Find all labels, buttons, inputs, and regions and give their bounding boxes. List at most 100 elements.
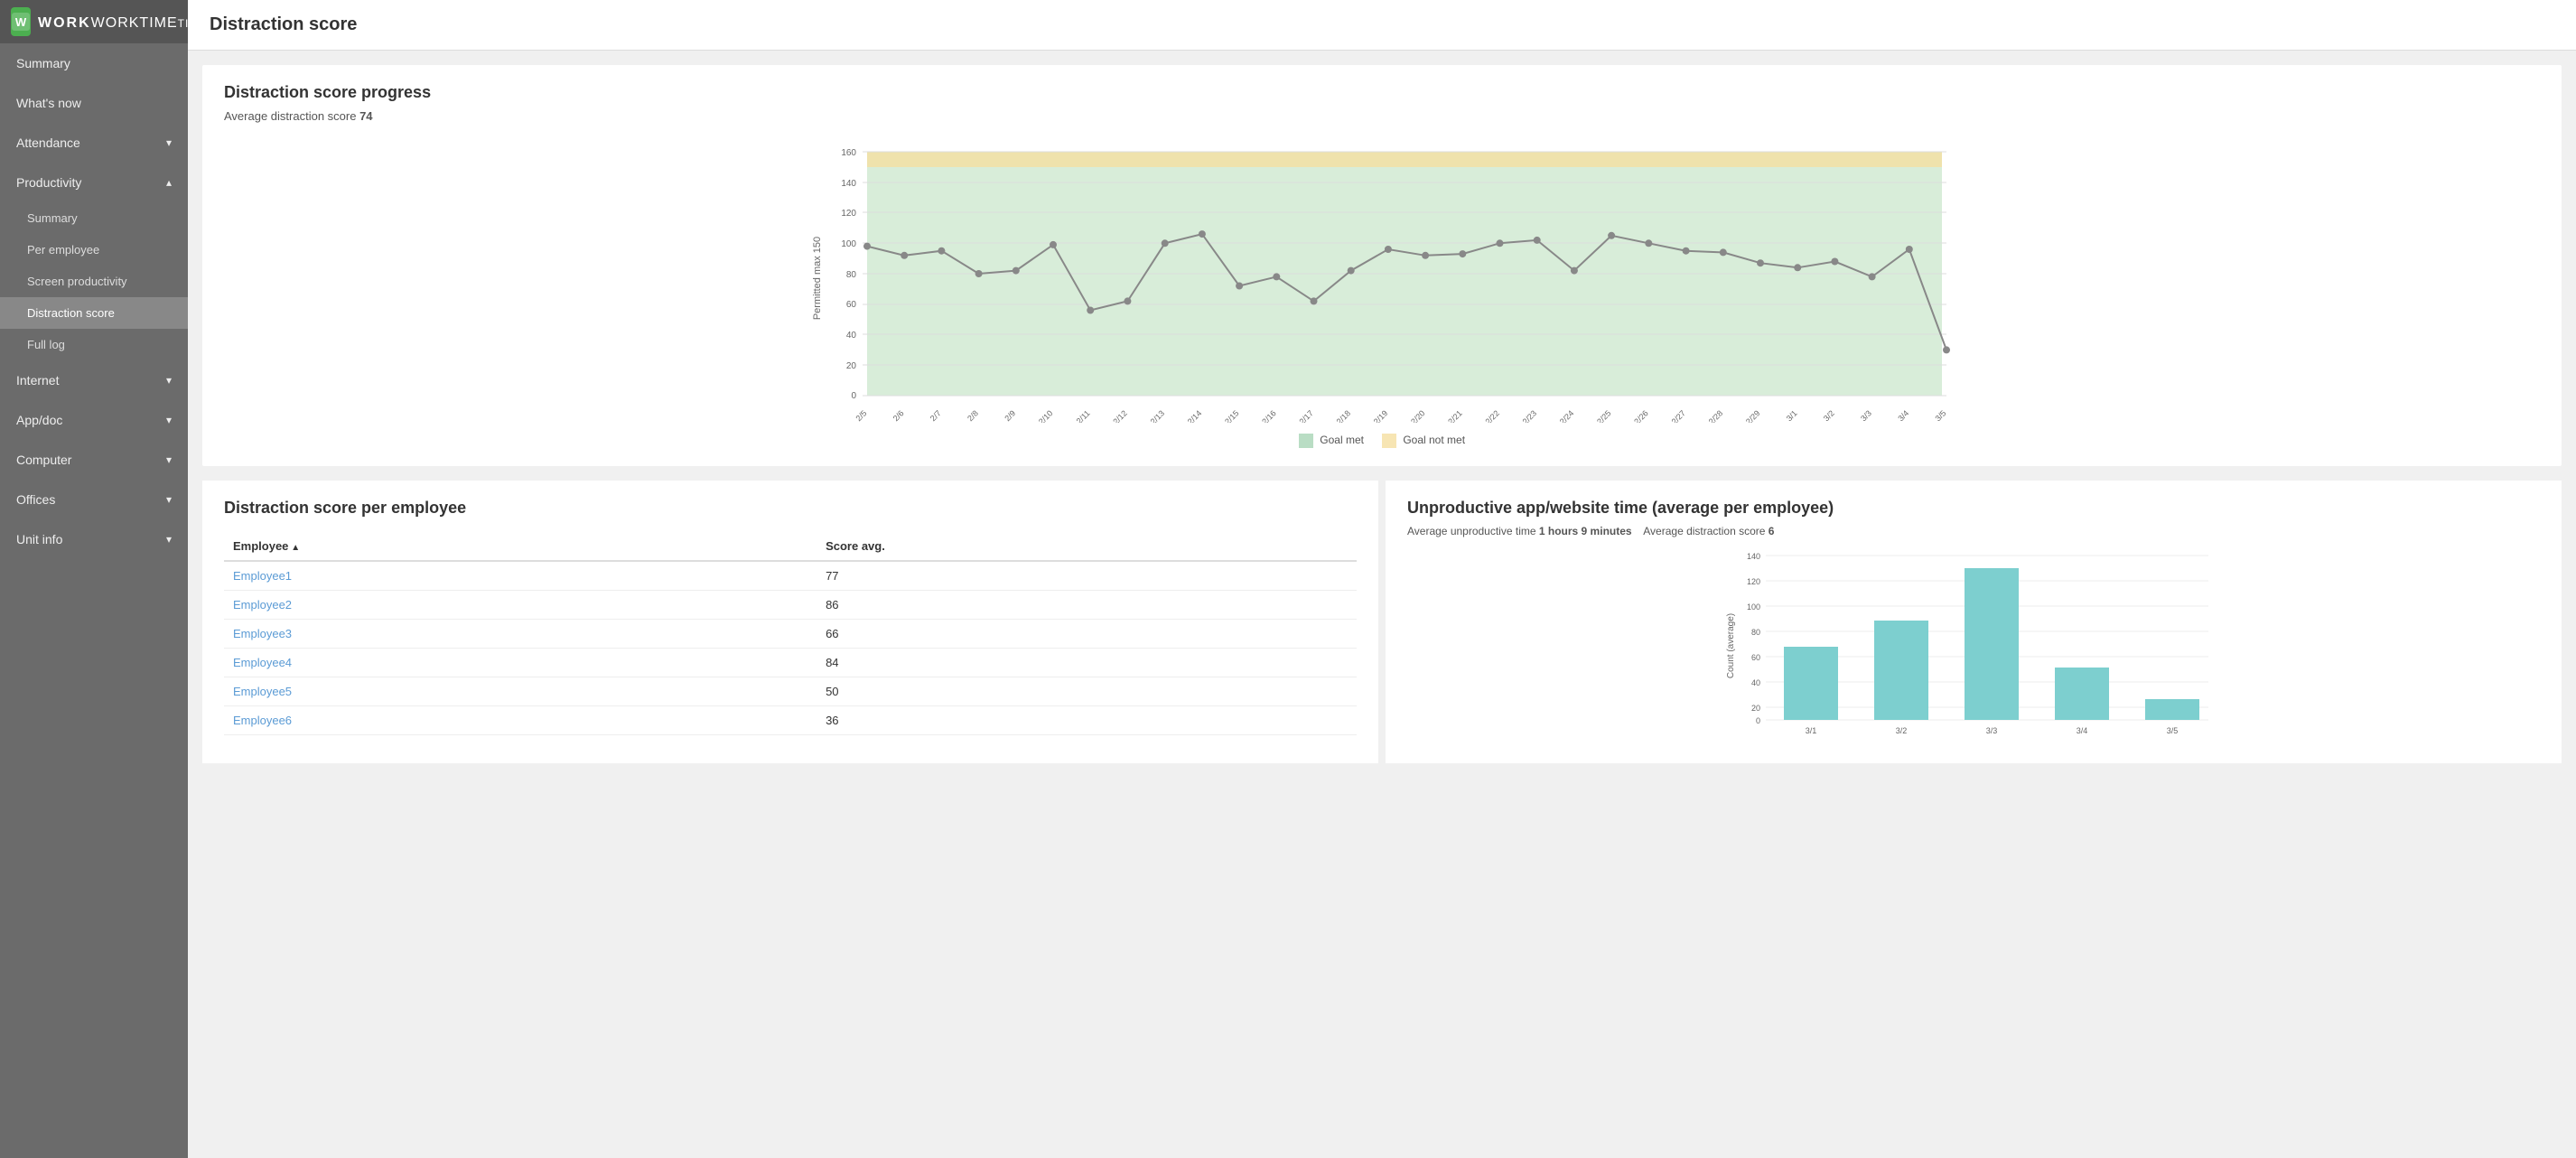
computer-chevron-icon: ▾ <box>166 453 172 466</box>
line-dot-7 <box>1124 297 1131 304</box>
attendance-chevron-icon: ▾ <box>166 136 172 149</box>
employee-link[interactable]: Employee4 <box>233 656 292 669</box>
table-row: Employee3 66 <box>224 620 1357 649</box>
svg-text:2/22: 2/22 <box>1483 408 1500 423</box>
svg-text:140: 140 <box>1747 552 1760 561</box>
logo-icon: W <box>11 7 31 36</box>
svg-text:80: 80 <box>1751 628 1760 637</box>
score-cell: 66 <box>817 620 1357 649</box>
svg-text:120: 120 <box>1747 577 1760 586</box>
svg-text:3/3: 3/3 <box>1859 408 1873 423</box>
line-dot-26 <box>1831 258 1838 266</box>
svg-text:20: 20 <box>846 361 857 371</box>
svg-text:140: 140 <box>841 179 856 189</box>
sidebar-sub-screen-productivity[interactable]: Screen productivity <box>0 266 188 297</box>
line-dot-10 <box>1236 283 1243 290</box>
legend-yellow-box <box>1382 434 1396 448</box>
page-header: Distraction score <box>188 0 2576 51</box>
line-dot-29 <box>1943 346 1950 353</box>
svg-text:W: W <box>15 15 27 29</box>
sidebar-item-computer[interactable]: Computer ▾ <box>0 440 188 480</box>
sidebar-sub-distraction-score[interactable]: Distraction score <box>0 297 188 329</box>
sidebar-item-summary[interactable]: Summary <box>0 43 188 83</box>
svg-text:2/16: 2/16 <box>1260 408 1277 423</box>
line-dot-14 <box>1385 246 1392 253</box>
svg-text:2/25: 2/25 <box>1595 408 1612 423</box>
employee-link[interactable]: Employee2 <box>233 598 292 612</box>
sidebar-item-internet[interactable]: Internet ▾ <box>0 360 188 400</box>
bottom-row: Distraction score per employee Employee … <box>202 481 2562 763</box>
svg-text:100: 100 <box>841 239 856 249</box>
x-bar-31: 3/1 <box>1806 726 1817 735</box>
employee-link[interactable]: Employee6 <box>233 714 292 727</box>
svg-text:2/23: 2/23 <box>1521 408 1538 423</box>
svg-text:2/28: 2/28 <box>1707 408 1724 423</box>
svg-text:40: 40 <box>846 331 857 341</box>
employee-link[interactable]: Employee5 <box>233 685 292 698</box>
sidebar-item-whats-now[interactable]: What's now <box>0 83 188 123</box>
line-dot-8 <box>1162 239 1169 247</box>
employee-cell: Employee5 <box>224 677 817 706</box>
svg-text:60: 60 <box>1751 653 1760 662</box>
svg-text:0: 0 <box>851 391 856 401</box>
svg-text:3/2: 3/2 <box>1822 408 1836 423</box>
svg-text:2/12: 2/12 <box>1111 408 1128 423</box>
sidebar-sub-prod-summary[interactable]: Summary <box>0 202 188 234</box>
svg-text:2/18: 2/18 <box>1335 408 1352 423</box>
svg-text:2/17: 2/17 <box>1297 408 1314 423</box>
svg-text:100: 100 <box>1747 602 1760 612</box>
line-dot-18 <box>1534 237 1541 244</box>
sidebar-sub-per-employee[interactable]: Per employee <box>0 234 188 266</box>
employee-cell: Employee3 <box>224 620 817 649</box>
main-content: Distraction score Distraction score prog… <box>188 0 2576 1158</box>
distraction-table-title: Distraction score per employee <box>224 499 1357 518</box>
bar-32 <box>1874 621 1928 720</box>
line-dot-2 <box>938 247 945 255</box>
line-dot-3 <box>975 270 983 277</box>
svg-text:3/5: 3/5 <box>1933 408 1947 423</box>
line-dot-13 <box>1348 267 1355 275</box>
employee-link[interactable]: Employee1 <box>233 569 292 583</box>
score-cell: 50 <box>817 677 1357 706</box>
x-bar-35: 3/5 <box>2167 726 2179 735</box>
sidebar-sub-full-log[interactable]: Full log <box>0 329 188 360</box>
sidebar-item-productivity[interactable]: Productivity ▴ <box>0 163 188 202</box>
svg-text:2/8: 2/8 <box>966 408 980 423</box>
appdoc-chevron-icon: ▾ <box>166 414 172 426</box>
line-dot-15 <box>1422 252 1429 259</box>
distraction-table: Employee Score avg. Employee1 77 Employe… <box>224 532 1357 735</box>
x-bar-34: 3/4 <box>2077 726 2088 735</box>
line-dot-16 <box>1459 250 1466 257</box>
chart-legend: Goal met Goal not met <box>224 434 2540 448</box>
svg-text:2/20: 2/20 <box>1409 408 1426 423</box>
line-dot-25 <box>1794 264 1801 271</box>
table-row: Employee1 77 <box>224 561 1357 591</box>
sidebar-item-attendance[interactable]: Attendance ▾ <box>0 123 188 163</box>
sidebar-item-unit-info[interactable]: Unit info ▾ <box>0 519 188 559</box>
bar-chart-info: Average unproductive time 1 hours 9 minu… <box>1407 525 2540 537</box>
line-chart-wrap: Permitted max 150 160 140 120 100 80 60 … <box>224 134 2540 423</box>
line-dot-11 <box>1273 273 1280 280</box>
score-cell: 77 <box>817 561 1357 591</box>
svg-text:2/29: 2/29 <box>1744 408 1761 423</box>
svg-text:3/1: 3/1 <box>1785 408 1799 423</box>
logo-text: WORKWORKTIMETIME® <box>38 13 188 32</box>
bar-31 <box>1784 647 1838 720</box>
legend-green-box <box>1299 434 1313 448</box>
distraction-table-body: Employee1 77 Employee2 86 Employee3 66 E… <box>224 561 1357 735</box>
sidebar: W WORKWORKTIMETIME® Summary What's now A… <box>0 0 188 1158</box>
svg-text:Permitted max 150: Permitted max 150 <box>812 237 823 320</box>
svg-text:2/9: 2/9 <box>1003 408 1017 423</box>
line-dot-28 <box>1906 246 1913 253</box>
svg-text:2/15: 2/15 <box>1223 408 1240 423</box>
svg-text:2/24: 2/24 <box>1558 408 1575 423</box>
svg-text:2/26: 2/26 <box>1632 408 1649 423</box>
employee-link[interactable]: Employee3 <box>233 627 292 640</box>
sidebar-item-offices[interactable]: Offices ▾ <box>0 480 188 519</box>
legend-goal-not-met: Goal not met <box>1382 434 1465 448</box>
bar-chart-title: Unproductive app/website time (average p… <box>1407 499 2540 518</box>
svg-text:80: 80 <box>846 270 857 280</box>
sidebar-item-appdoc[interactable]: App/doc ▾ <box>0 400 188 440</box>
x-labels: 2/52/62/72/82/92/102/112/122/132/142/152… <box>854 408 1947 423</box>
svg-text:2/11: 2/11 <box>1075 408 1092 423</box>
